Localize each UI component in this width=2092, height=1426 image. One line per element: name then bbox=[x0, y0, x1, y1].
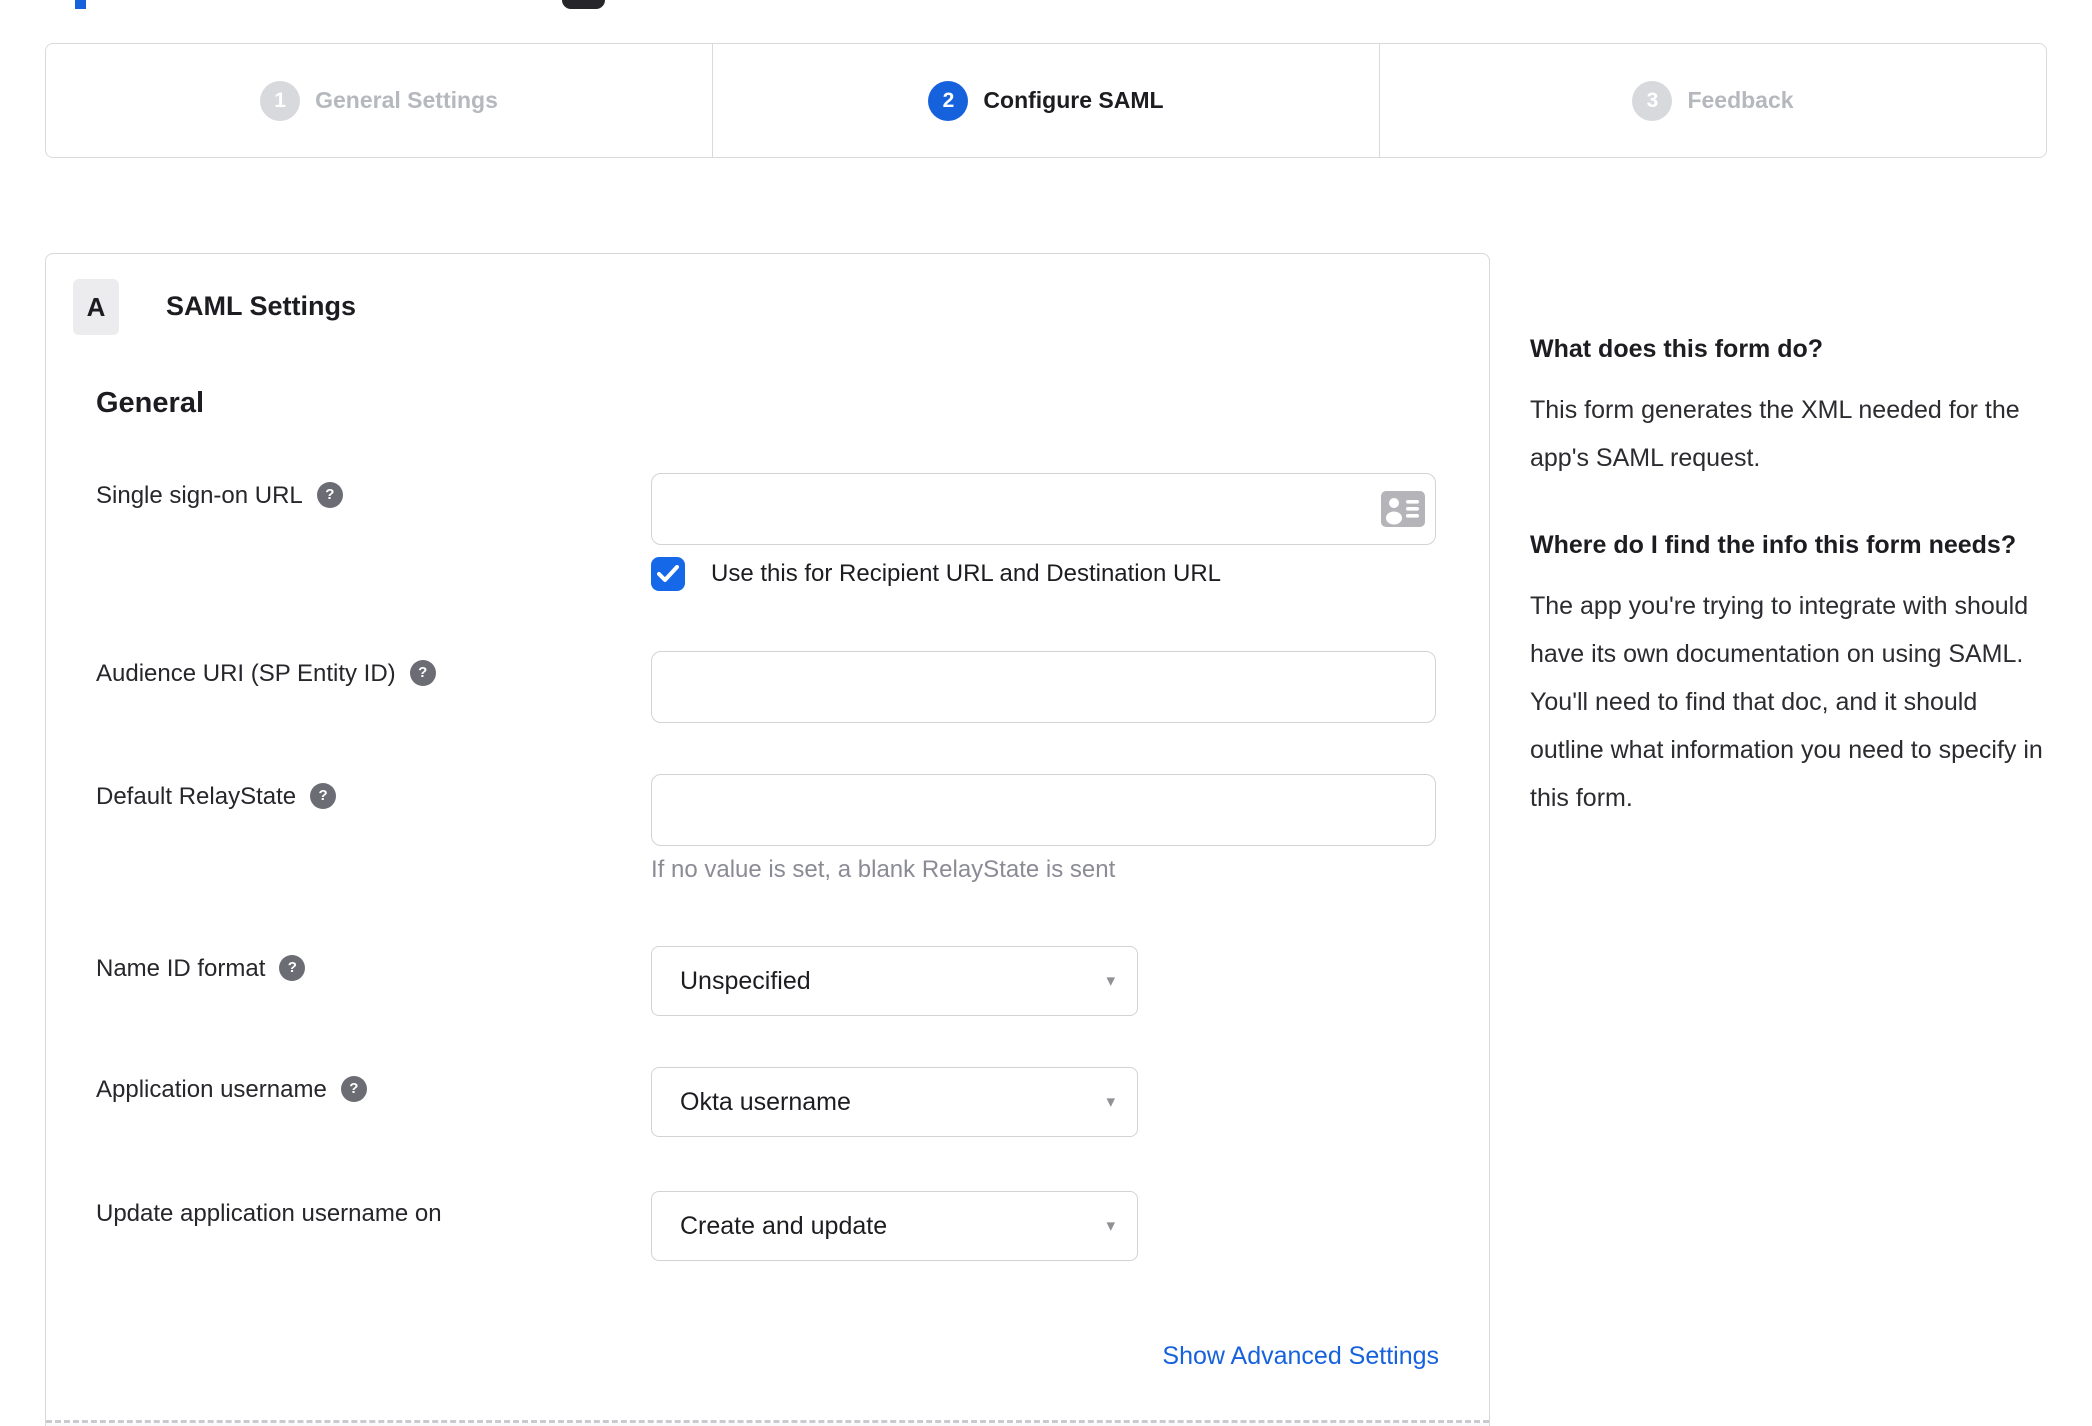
step-number-badge: 3 bbox=[1632, 80, 1673, 121]
sso-url-label: Single sign-on URL ? bbox=[96, 481, 343, 511]
application-username-select[interactable]: Okta username ▾ bbox=[651, 1067, 1138, 1137]
help-icon[interactable]: ? bbox=[340, 1076, 367, 1102]
select-value: Unspecified bbox=[680, 966, 811, 995]
audience-uri-label: Audience URI (SP Entity ID) ? bbox=[96, 659, 436, 689]
help-heading-what: What does this form do? bbox=[1530, 335, 1824, 363]
select-value: Okta username bbox=[680, 1087, 851, 1116]
step-configure-saml[interactable]: 2 Configure SAML bbox=[712, 44, 1379, 157]
step-label: Configure SAML bbox=[983, 87, 1164, 113]
chevron-down-icon: ▾ bbox=[1106, 1216, 1115, 1235]
help-body-what: This form generates the XML needed for t… bbox=[1530, 396, 2020, 472]
saml-settings-card: A SAML Settings General Single sign-on U… bbox=[45, 253, 1490, 1426]
sso-url-input[interactable] bbox=[651, 473, 1436, 545]
help-body-where: The app you're trying to integrate with … bbox=[1530, 592, 2043, 812]
recipient-url-checkbox-label: Use this for Recipient URL and Destinati… bbox=[711, 560, 1222, 587]
clipped-app-logo-fragment bbox=[562, 0, 605, 9]
help-heading-where: Where do I find the info this form needs… bbox=[1530, 531, 2017, 559]
update-username-on-select[interactable]: Create and update ▾ bbox=[651, 1191, 1138, 1261]
help-icon[interactable]: ? bbox=[279, 955, 306, 981]
configure-saml-page: 1 General Settings 2 Configure SAML 3 Fe… bbox=[0, 0, 2092, 1426]
step-general-settings[interactable]: 1 General Settings bbox=[46, 44, 712, 157]
name-id-format-label: Name ID format ? bbox=[96, 954, 306, 984]
help-icon[interactable]: ? bbox=[316, 482, 343, 508]
select-value: Create and update bbox=[680, 1211, 888, 1240]
help-icon[interactable]: ? bbox=[409, 660, 436, 686]
wizard-stepper: 1 General Settings 2 Configure SAML 3 Fe… bbox=[45, 43, 2047, 158]
step-label: General Settings bbox=[315, 87, 498, 113]
step-number-badge: 1 bbox=[260, 80, 301, 121]
name-id-format-select[interactable]: Unspecified ▾ bbox=[651, 946, 1138, 1016]
recipient-url-checkbox[interactable] bbox=[651, 557, 685, 591]
update-username-on-label: Update application username on bbox=[96, 1200, 442, 1227]
card-title: SAML Settings bbox=[166, 291, 357, 321]
step-number-badge: 2 bbox=[928, 80, 969, 121]
default-relaystate-label: Default RelayState ? bbox=[96, 782, 337, 812]
step-label: Feedback bbox=[1687, 87, 1794, 113]
clipped-header-fragment bbox=[75, 0, 86, 9]
contact-card-autofill-icon[interactable] bbox=[1381, 491, 1425, 532]
general-section-heading: General bbox=[96, 387, 204, 419]
default-relaystate-input[interactable] bbox=[651, 774, 1436, 846]
step-feedback[interactable]: 3 Feedback bbox=[1379, 44, 2046, 157]
checkmark-icon bbox=[657, 565, 679, 582]
help-panel: What does this form do? This form genera… bbox=[1530, 328, 2052, 864]
show-advanced-settings-link[interactable]: Show Advanced Settings bbox=[1162, 1342, 1439, 1371]
chevron-down-icon: ▾ bbox=[1106, 971, 1115, 990]
chevron-down-icon: ▾ bbox=[1106, 1092, 1115, 1111]
application-username-label: Application username ? bbox=[96, 1075, 367, 1105]
help-icon[interactable]: ? bbox=[310, 783, 337, 809]
section-a-badge: A bbox=[73, 279, 119, 335]
audience-uri-input[interactable] bbox=[651, 651, 1436, 723]
relaystate-hint: If no value is set, a blank RelayState i… bbox=[651, 856, 1116, 883]
